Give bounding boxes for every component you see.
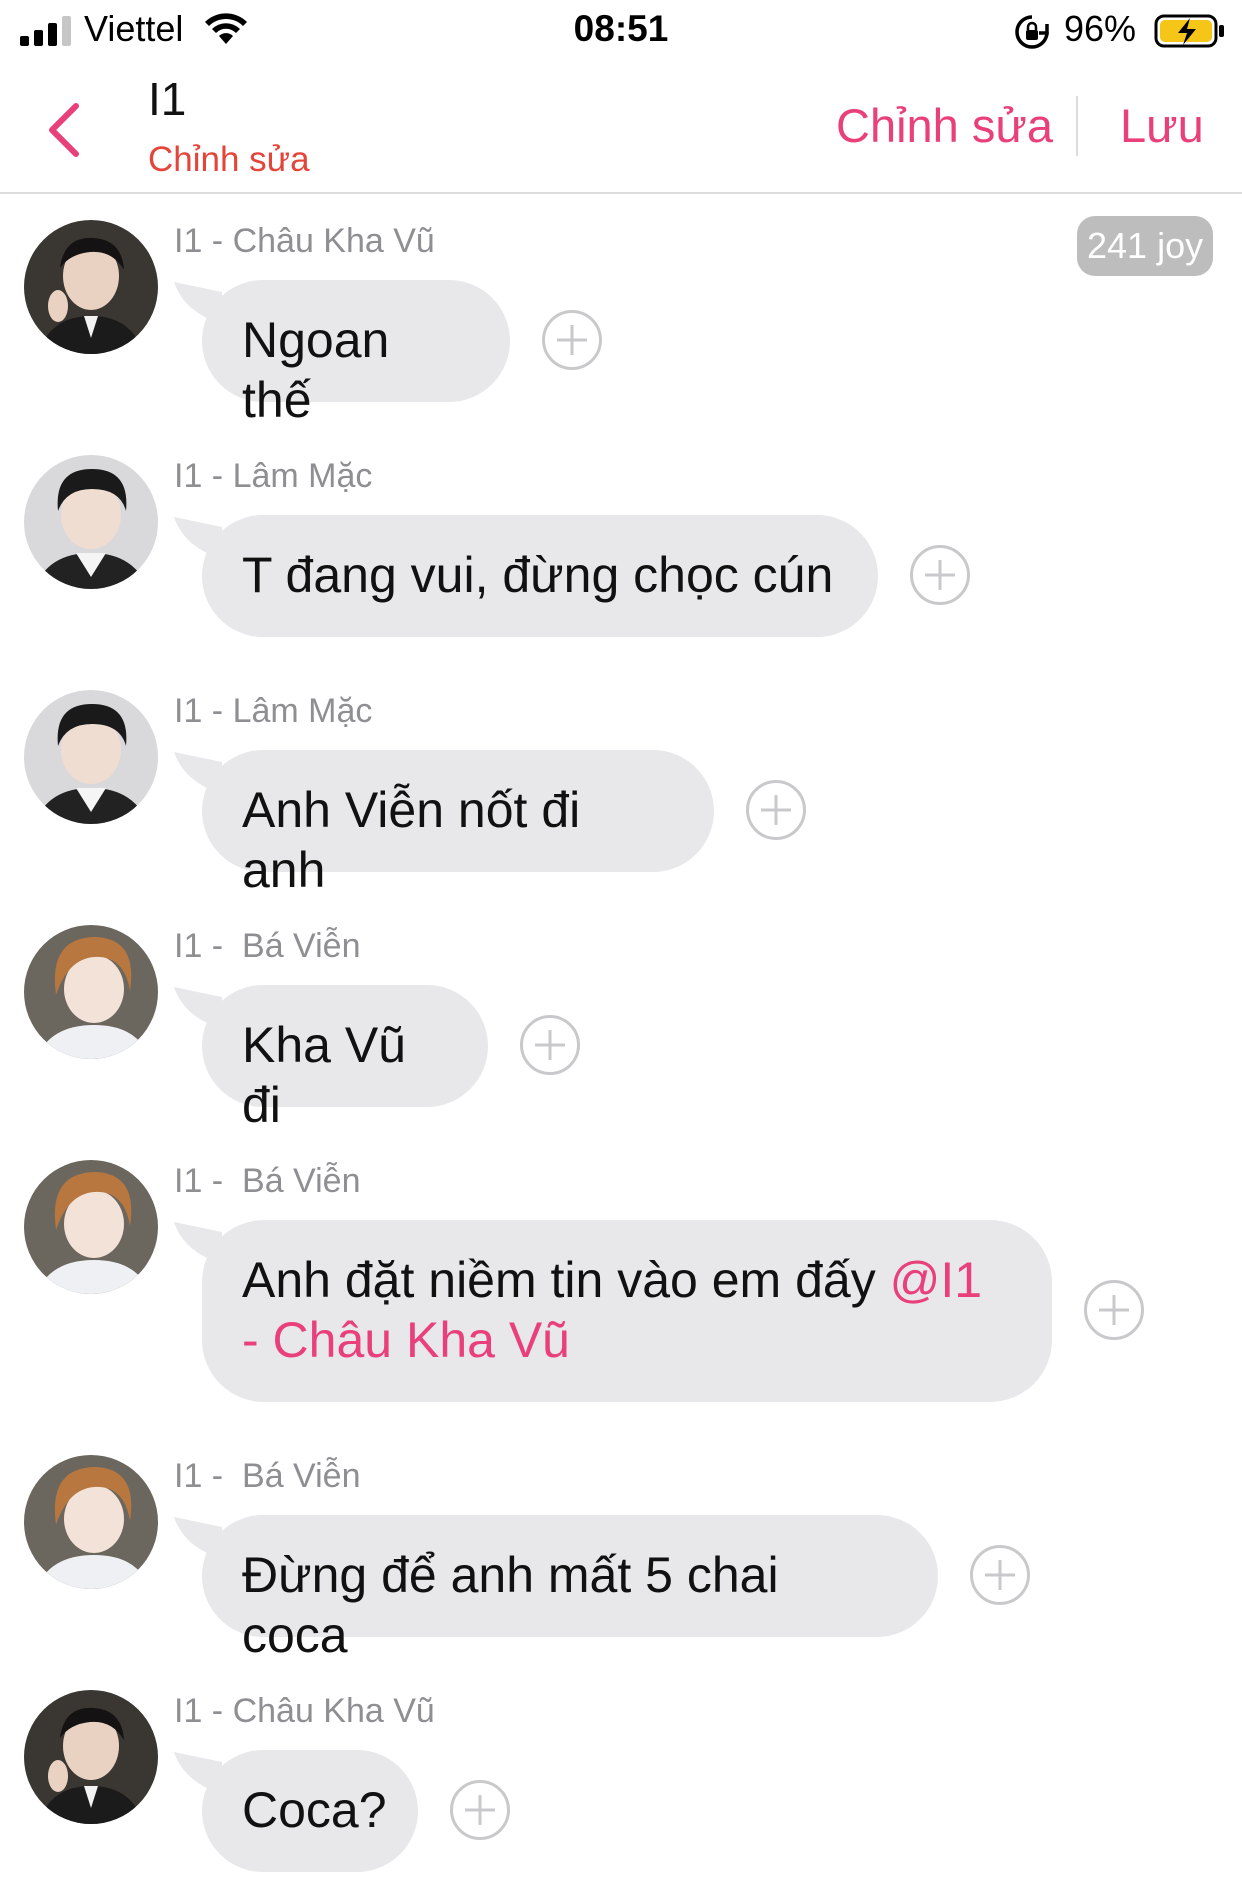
edit-button[interactable]: Chỉnh sửa — [836, 98, 1053, 153]
message-bubble[interactable]: Anh đặt niềm tin vào em đấy @I1 - Châu K… — [202, 1220, 1052, 1402]
message-text: Anh đặt niềm tin vào em đấy — [242, 1252, 890, 1308]
avatar[interactable] — [24, 1690, 158, 1824]
avatar[interactable] — [24, 690, 158, 824]
message-bubble[interactable]: Kha Vũ đi — [202, 985, 488, 1133]
message-text: Coca? — [242, 1782, 387, 1838]
add-reaction-button[interactable] — [1084, 1280, 1144, 1340]
nav-divider — [1076, 96, 1078, 156]
add-reaction-button[interactable] — [970, 1545, 1030, 1605]
sender-name: I1 - Bá Viễn — [174, 1457, 361, 1495]
message-text: Kha Vũ đi — [242, 1017, 407, 1133]
message-bubble[interactable]: Coca? — [202, 1750, 418, 1872]
save-button[interactable]: Lưu — [1120, 98, 1204, 153]
sender-name: I1 - Châu Kha Vũ — [174, 1692, 435, 1730]
add-reaction-button[interactable] — [910, 545, 970, 605]
sender-name: I1 - Lâm Mặc — [174, 457, 373, 495]
back-chevron-icon[interactable] — [44, 102, 84, 158]
battery-percent: 96% — [1064, 8, 1137, 49]
avatar[interactable] — [24, 455, 158, 589]
rotation-lock-icon — [1015, 15, 1049, 49]
message-text: Anh Viễn nốt đi anh — [242, 782, 581, 898]
page-title: I1 — [148, 73, 187, 125]
add-reaction-button[interactable] — [520, 1015, 580, 1075]
message-bubble[interactable]: Đừng để anh mất 5 chai coca — [202, 1515, 938, 1663]
sender-name: I1 - Châu Kha Vũ — [174, 222, 435, 260]
battery-charging-icon — [1154, 14, 1224, 48]
add-reaction-button[interactable] — [746, 780, 806, 840]
status-bar: Viettel 08:51 96% — [0, 0, 1242, 62]
joy-badge: 241 joy — [1077, 216, 1214, 276]
add-reaction-button[interactable] — [450, 1780, 510, 1840]
message-bubble[interactable]: T đang vui, đừng chọc cún — [202, 515, 878, 637]
sender-name: I1 - Bá Viễn — [174, 1162, 361, 1200]
add-reaction-button[interactable] — [542, 310, 602, 370]
clock: 08:51 — [573, 8, 669, 49]
sender-name: I1 - Lâm Mặc — [174, 692, 373, 730]
message-text: Ngoan thế — [242, 312, 390, 428]
message-bubble[interactable]: Anh Viễn nốt đi anh — [202, 750, 714, 898]
nav-bar: I1 Chỉnh sửa Chỉnh sửa Lưu — [0, 62, 1242, 194]
avatar[interactable] — [24, 925, 158, 1059]
page-subtitle: Chỉnh sửa — [148, 140, 310, 179]
message-bubble[interactable]: Ngoan thế — [202, 280, 510, 428]
avatar[interactable] — [24, 1160, 158, 1294]
avatar[interactable] — [24, 220, 158, 354]
sender-name: I1 - Bá Viễn — [174, 927, 361, 965]
message-text: Đừng để anh mất 5 chai coca — [242, 1547, 779, 1663]
avatar[interactable] — [24, 1455, 158, 1589]
message-text: T đang vui, đừng chọc cún — [242, 547, 834, 603]
